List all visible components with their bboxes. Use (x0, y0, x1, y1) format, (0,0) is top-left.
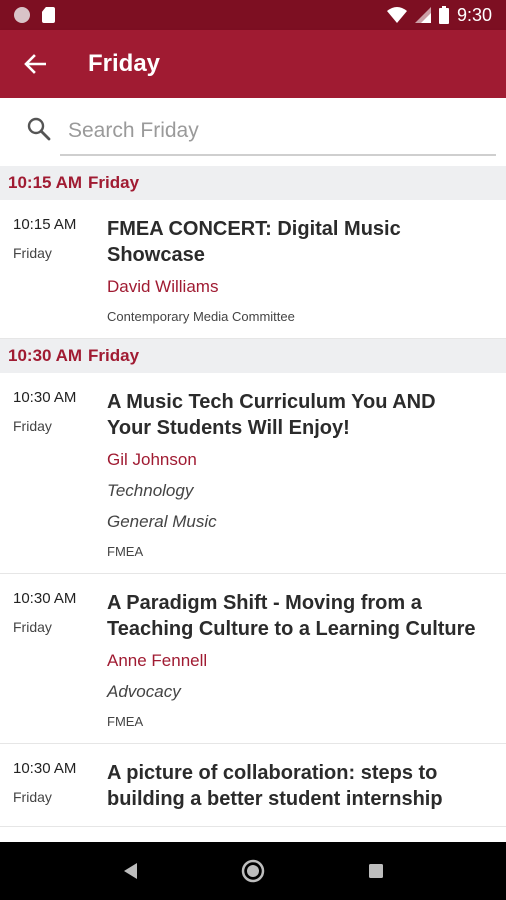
search-row (0, 98, 506, 166)
session-time: 10:30 AM (13, 590, 77, 607)
schedule-list[interactable]: 10:15 AM Friday 10:15 AM Friday FMEA CON… (0, 166, 506, 842)
section-header: 10:15 AM Friday (0, 166, 506, 200)
session-time: 10:15 AM (13, 216, 77, 233)
search-input[interactable] (60, 108, 496, 156)
session-time: 10:30 AM (13, 760, 77, 777)
arrow-back-icon (24, 54, 46, 74)
circle-home-icon[interactable] (240, 858, 266, 884)
session-item[interactable]: 10:30 AM Friday A Paradigm Shift - Movin… (0, 574, 506, 744)
session-track: Advocacy (107, 682, 181, 701)
triangle-back-icon[interactable] (121, 861, 139, 881)
session-org: FMEA (107, 544, 144, 559)
session-item[interactable]: 10:30 AM Friday A picture of collaborati… (0, 744, 506, 827)
session-speaker: David Williams (107, 277, 219, 296)
notification-dot-icon (14, 7, 30, 23)
search-icon (27, 117, 51, 141)
session-day: Friday (13, 418, 52, 434)
session-info: A picture of collaboration: steps to bui… (107, 760, 506, 812)
session-time-column: 10:15 AM Friday (0, 216, 107, 324)
session-title: A Paradigm Shift - Moving from a Teachin… (107, 592, 476, 640)
session-speaker: Anne Fennell (107, 651, 208, 670)
back-button[interactable] (0, 30, 70, 98)
session-time-column: 10:30 AM Friday (0, 389, 107, 559)
section-header: 10:30 AM Friday (0, 339, 506, 373)
session-track: General Music (107, 512, 217, 531)
sd-card-icon (42, 7, 55, 23)
session-item[interactable]: 10:15 AM Friday FMEA CONCERT: Digital Mu… (0, 200, 506, 339)
session-time-column: 10:30 AM Friday (0, 760, 107, 812)
session-org: Contemporary Media Committee (107, 309, 295, 324)
section-time: 10:30 AM (8, 346, 83, 365)
signal-icon (414, 7, 431, 23)
battery-icon (438, 6, 449, 24)
app-bar: Friday (0, 30, 506, 98)
session-time-column: 10:30 AM Friday (0, 590, 107, 729)
session-info: A Music Tech Curriculum You AND Your Stu… (107, 389, 506, 559)
square-recents-icon[interactable] (367, 862, 385, 880)
status-time: 9:30 (456, 4, 492, 25)
page-title: Friday (88, 50, 161, 77)
session-day: Friday (13, 245, 52, 261)
session-day: Friday (13, 619, 52, 635)
session-org: FMEA (107, 714, 144, 729)
session-day: Friday (13, 789, 52, 805)
system-nav-bar (0, 842, 506, 900)
session-title: FMEA CONCERT: Digital Music Showcase (107, 218, 401, 266)
status-bar: 9:30 (0, 0, 506, 30)
session-title: A picture of collaboration: steps to bui… (107, 762, 443, 810)
session-info: FMEA CONCERT: Digital Music Showcase Dav… (107, 216, 506, 324)
section-time: 10:15 AM (8, 173, 83, 192)
section-day: Friday (88, 173, 140, 192)
session-track: Technology (107, 481, 194, 500)
wifi-icon (386, 7, 407, 23)
session-time: 10:30 AM (13, 389, 77, 406)
session-title: A Music Tech Curriculum You AND Your Stu… (107, 391, 436, 439)
session-speaker: Gil Johnson (107, 450, 197, 469)
session-info: A Paradigm Shift - Moving from a Teachin… (107, 590, 506, 729)
session-item[interactable]: 10:30 AM Friday A Music Tech Curriculum … (0, 373, 506, 574)
section-day: Friday (88, 346, 140, 365)
